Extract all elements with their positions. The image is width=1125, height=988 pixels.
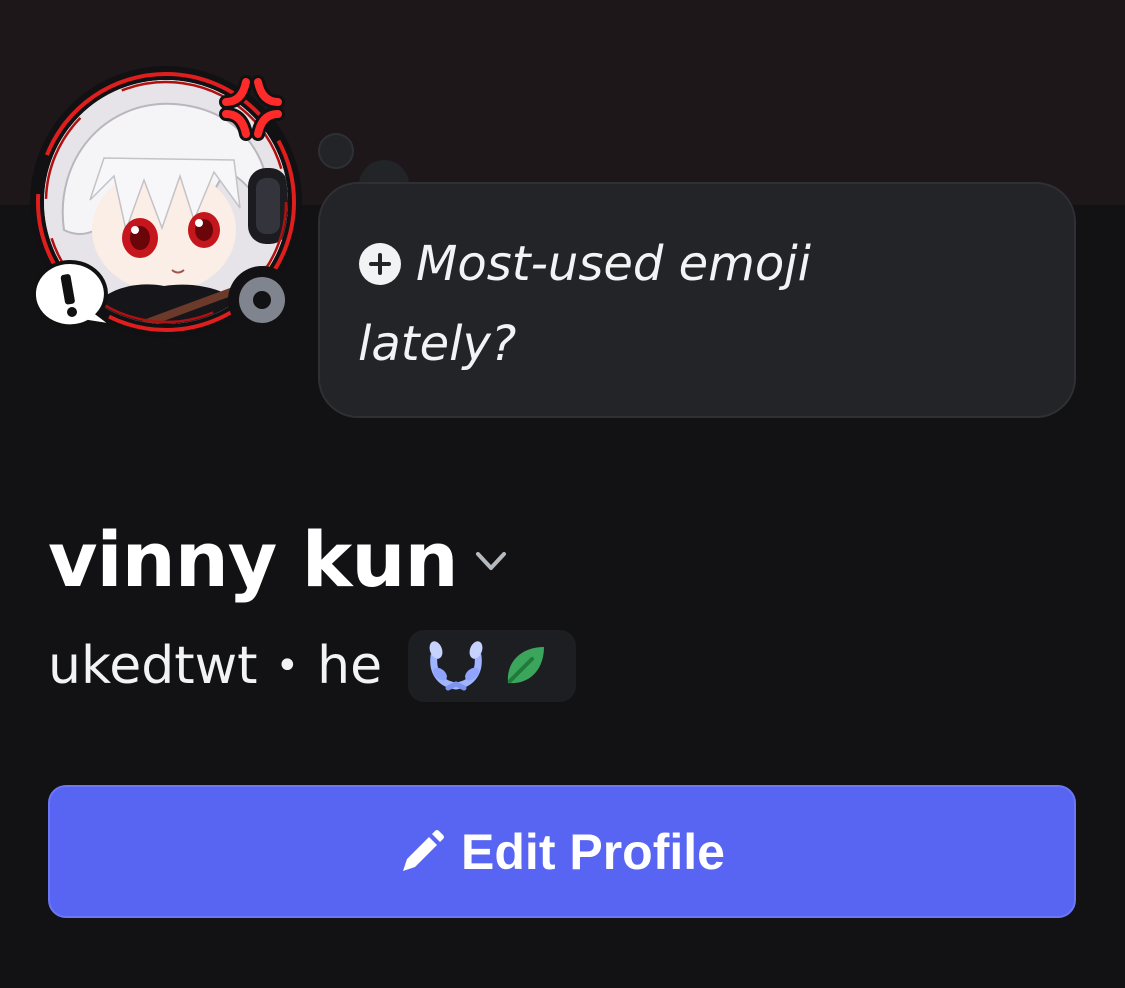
avatar[interactable] <box>30 66 302 338</box>
thought-bubble-dot <box>318 133 354 169</box>
plus-circle-icon <box>359 243 401 285</box>
badge-list <box>408 630 577 702</box>
custom-status-bubble[interactable]: Most-used emoji lately? <box>318 182 1076 418</box>
edit-profile-button[interactable]: Edit Profile <box>48 785 1076 918</box>
username[interactable]: ukedtwt <box>48 636 258 696</box>
laurel-badge-icon[interactable] <box>428 640 484 692</box>
chevron-down-icon[interactable] <box>474 546 508 576</box>
pencil-icon <box>403 829 445 871</box>
leaf-badge-icon[interactable] <box>502 643 548 689</box>
edit-profile-label: Edit Profile <box>461 823 725 880</box>
profile-subline: ukedtwt • he <box>48 630 577 702</box>
offline-status-icon <box>228 266 296 334</box>
separator-dot: • <box>275 643 300 689</box>
pronouns: he <box>317 636 383 696</box>
display-name[interactable]: vinny kun <box>48 510 459 610</box>
custom-status-prompt: Most-used emoji lately? <box>358 236 811 372</box>
